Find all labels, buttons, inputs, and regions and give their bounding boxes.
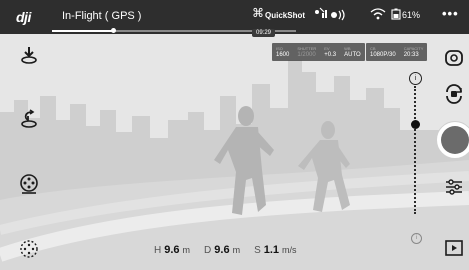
- camera-switch-button[interactable]: [443, 47, 465, 69]
- distance-label: D: [204, 245, 212, 256]
- iso-value: 1600: [276, 51, 290, 58]
- more-menu-icon[interactable]: •••: [442, 6, 459, 21]
- flight-progress-fill: [52, 30, 113, 32]
- mode-toggle-icon: [446, 84, 462, 104]
- quickshot-icon[interactable]: ⌘: [252, 6, 264, 20]
- slider-info-icon[interactable]: i: [411, 233, 422, 244]
- distance-readout: D 9.6 m: [204, 244, 240, 256]
- obstacle-sensing-button[interactable]: [18, 238, 40, 260]
- info-icon[interactable]: i: [409, 72, 422, 85]
- return-home-button[interactable]: [18, 108, 40, 130]
- speed-unit: m/s: [282, 245, 297, 255]
- resolution-value: 1080P/30: [370, 51, 396, 58]
- auto-land-button[interactable]: [18, 44, 40, 66]
- dji-go-live-view: dji In-Flight ( GPS ) ⌘ QuickShot 61% ••…: [0, 0, 469, 270]
- capacity-value: 20:33: [403, 51, 419, 58]
- remote-signal-icon[interactable]: [330, 9, 360, 23]
- obstacle-sensing-icon: [20, 240, 38, 258]
- live-camera-feed: [0, 0, 469, 270]
- camera-parameters-bar[interactable]: ISO 1600 SHUTTER 1/2000 EV +0.3 WB AUTO: [272, 43, 365, 61]
- elapsed-time-badge: 09:29: [252, 29, 276, 37]
- wb-value: AUTO: [344, 51, 361, 58]
- photo-video-toggle[interactable]: [443, 83, 465, 105]
- battery-percentage: 61%: [402, 10, 421, 20]
- camera-settings-icon: [446, 179, 462, 195]
- playback-button[interactable]: [443, 237, 465, 259]
- flight-mode-label[interactable]: In-Flight ( GPS ): [62, 10, 141, 22]
- speed-value: 1.1: [263, 244, 280, 256]
- ev-value: +0.3: [324, 51, 337, 58]
- height-label: H: [154, 245, 162, 256]
- status-bar: dji In-Flight ( GPS ) ⌘ QuickShot 61% ••…: [0, 0, 469, 34]
- height-value: 9.6: [164, 244, 180, 256]
- quickshot-label[interactable]: QuickShot: [265, 11, 305, 20]
- distance-value: 9.6: [214, 244, 230, 256]
- shutter-button-core: [441, 126, 469, 154]
- recording-info-bar[interactable]: CB 1080P/30 CAPACITY 20:33: [366, 43, 428, 61]
- speed-label: S: [254, 245, 261, 256]
- wifi-signal-icon[interactable]: [370, 8, 386, 23]
- playback-icon: [445, 240, 463, 256]
- telemetry-bar: H 9.6 m D 9.6 m S 1.1 m/s: [154, 244, 297, 256]
- battery-icon[interactable]: [391, 8, 401, 23]
- flight-progress-marker: [111, 28, 116, 33]
- gimbal-slider-track[interactable]: [414, 86, 420, 214]
- return-home-icon: [21, 109, 37, 128]
- satellite-icon[interactable]: [313, 7, 327, 22]
- shutter-value: 1/2000: [297, 51, 316, 58]
- shutter-button[interactable]: [436, 121, 469, 159]
- intelligent-flight-icon: [20, 174, 38, 194]
- height-readout: H 9.6 m: [154, 244, 190, 256]
- intelligent-flight-button[interactable]: [18, 173, 40, 195]
- auto-land-icon: [21, 47, 37, 64]
- camera-settings-button[interactable]: [443, 176, 465, 198]
- speed-readout: S 1.1 m/s: [254, 244, 296, 256]
- dji-logo: dji: [16, 9, 31, 25]
- height-unit: m: [182, 245, 191, 255]
- camera-switch-icon: [445, 50, 463, 66]
- distance-unit: m: [232, 245, 241, 255]
